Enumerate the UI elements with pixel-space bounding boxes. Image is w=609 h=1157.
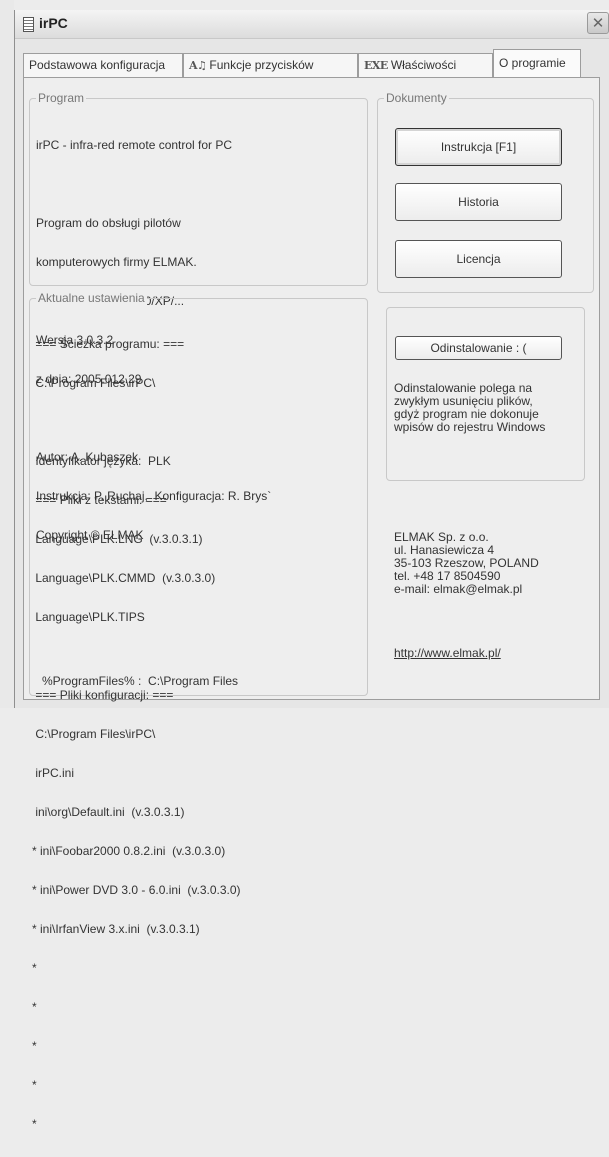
program-line: irPC - infra-red remote control for PC	[36, 138, 233, 152]
uninstall-description: Odinstalowanie polega na zwykłym usunięc…	[394, 381, 546, 434]
settings-line: Language\PLK.LNG (v.3.0.3.1)	[32, 532, 203, 546]
settings-line: * ini\IrfanView 3.x.ini (v.3.0.3.1)	[32, 922, 200, 936]
tab-wlasciwosci[interactable]: EXE Właściwości	[358, 53, 493, 77]
settings-line	[32, 416, 241, 429]
settings-line: *	[32, 961, 37, 975]
app-icon	[23, 17, 34, 32]
tab-funkcje-przyciskow[interactable]: A♫ Funkcje przycisków	[183, 53, 358, 77]
settings-line: *	[32, 1117, 37, 1131]
remote-music-icon: A♫	[189, 59, 207, 72]
window-title: irPC	[39, 15, 68, 31]
irpc-window: irPC ✕ Podstawowa konfiguracja A♫ Funkcje…	[14, 10, 609, 1131]
settings-line: *	[32, 1078, 37, 1092]
settings-line: *	[32, 1000, 37, 1014]
website-link[interactable]: http://www.elmak.pl/	[394, 646, 501, 660]
settings-line	[32, 650, 241, 663]
settings-group-title: Aktualne ustawienia	[36, 291, 147, 305]
settings-line: *	[32, 1039, 37, 1053]
program-line: komputerowych firmy ELMAK.	[36, 255, 197, 269]
settings-line: === Pliki z tekstami: ===	[32, 493, 167, 507]
settings-line: C:\Program Files\irPC\	[32, 727, 156, 741]
tab-o-programie[interactable]: O programie	[493, 49, 581, 77]
tab-podstawowa-konfiguracja[interactable]: Podstawowa konfiguracja	[23, 53, 183, 77]
program-group: Program irPC - infra-red remote control …	[29, 91, 368, 542]
settings-line: * ini\Power DVD 3.0 - 6.0.ini (v.3.0.3.0…	[32, 883, 241, 897]
program-files-path: %ProgramFiles% : C:\Program Files	[42, 674, 239, 688]
settings-info: === Ścieżka programu: === C:\Program Fil…	[32, 312, 241, 1157]
settings-line: irPC.ini	[32, 766, 75, 780]
tab-label: Podstawowa konfiguracja	[29, 58, 166, 72]
program-line	[36, 178, 271, 191]
settings-line: === Pliki konfiguracji: ===	[32, 688, 174, 702]
settings-line: Language\PLK.TIPS	[32, 610, 145, 624]
tab-label: Funkcje przycisków	[209, 58, 314, 72]
settings-line: Language\PLK.CMMD (v.3.0.3.0)	[32, 571, 216, 585]
company-info: ELMAK Sp. z o.o. ul. Hanasiewicza 4 35-1…	[394, 531, 539, 596]
settings-line: Identyfikator języka: PLK	[32, 454, 171, 468]
tab-label: Właściwości	[390, 58, 457, 72]
instrukcja-button[interactable]: Instrukcja [F1]	[395, 128, 562, 166]
uninstall-button[interactable]: Odinstalowanie : (	[395, 336, 562, 360]
historia-button[interactable]: Historia	[395, 183, 562, 221]
desktop-edge	[0, 0, 14, 708]
settings-group: Aktualne ustawienia === Ścieżka programu…	[29, 291, 368, 1131]
tab-label: O programie	[499, 56, 566, 70]
program-group-title: Program	[36, 91, 87, 105]
title-bar[interactable]: irPC ✕	[15, 10, 609, 39]
program-line: Program do obsługi pilotów	[36, 216, 181, 230]
company-line: e-mail: elmak@elmak.pl	[394, 582, 523, 596]
close-button[interactable]: ✕	[587, 12, 609, 34]
exe-icon: EXE	[364, 59, 388, 72]
documents-group-title: Dokumenty	[384, 91, 449, 105]
settings-line: ini\org\Default.ini (v.3.0.3.1)	[32, 805, 185, 819]
settings-line: * ini\Foobar2000 0.8.2.ini (v.3.0.3.0)	[32, 844, 226, 858]
settings-line: C:\Program Files\irPC\	[32, 376, 156, 390]
licencja-button[interactable]: Licencja	[395, 240, 562, 278]
about-panel: Program irPC - infra-red remote control …	[23, 77, 600, 1131]
settings-line: === Ścieżka programu: ===	[32, 337, 185, 351]
